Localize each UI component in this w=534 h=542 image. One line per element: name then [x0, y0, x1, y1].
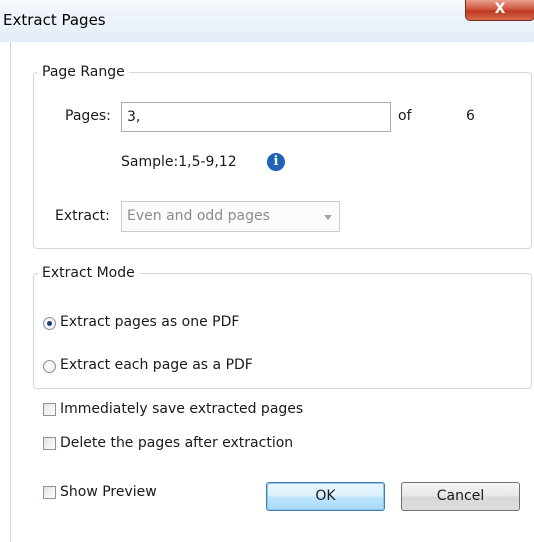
- sample-text: Sample:1,5-9,12: [121, 154, 237, 170]
- delete-after-label[interactable]: Delete the pages after extraction: [60, 435, 293, 451]
- total-pages: 6: [466, 108, 475, 124]
- extract-label: Extract:: [55, 208, 110, 224]
- radio-one-pdf[interactable]: [43, 317, 56, 330]
- show-preview-checkbox[interactable]: [43, 486, 56, 499]
- pages-input[interactable]: [121, 102, 391, 132]
- extract-select[interactable]: Even and odd pages: [121, 201, 340, 232]
- show-preview-label[interactable]: Show Preview: [60, 484, 157, 500]
- pages-label: Pages:: [65, 108, 111, 124]
- close-button[interactable]: X: [465, 0, 534, 21]
- close-icon: X: [494, 1, 506, 17]
- save-immediately-label[interactable]: Immediately save extracted pages: [60, 401, 303, 417]
- ok-button[interactable]: OK: [266, 482, 385, 511]
- radio-each-page-pdf-label[interactable]: Extract each page as a PDF: [60, 357, 253, 373]
- extract-select-value: Even and odd pages: [127, 208, 270, 224]
- delete-after-checkbox[interactable]: [43, 437, 56, 450]
- radio-one-pdf-label[interactable]: Extract pages as one PDF: [60, 314, 239, 330]
- save-immediately-checkbox[interactable]: [43, 403, 56, 416]
- chevron-down-icon: [324, 215, 332, 220]
- info-icon[interactable]: i: [267, 153, 285, 171]
- page-range-legend: Page Range: [42, 64, 125, 80]
- window-title: Extract Pages: [3, 11, 106, 29]
- of-label: of: [398, 108, 412, 124]
- extract-mode-legend: Extract Mode: [42, 265, 135, 281]
- title-bar: Extract Pages X: [0, 0, 534, 42]
- cancel-button[interactable]: Cancel: [401, 482, 520, 511]
- dialog-body: Page Range Pages: of 6 Sample:1,5-9,12 i…: [10, 42, 534, 542]
- radio-each-page-pdf[interactable]: [43, 360, 56, 373]
